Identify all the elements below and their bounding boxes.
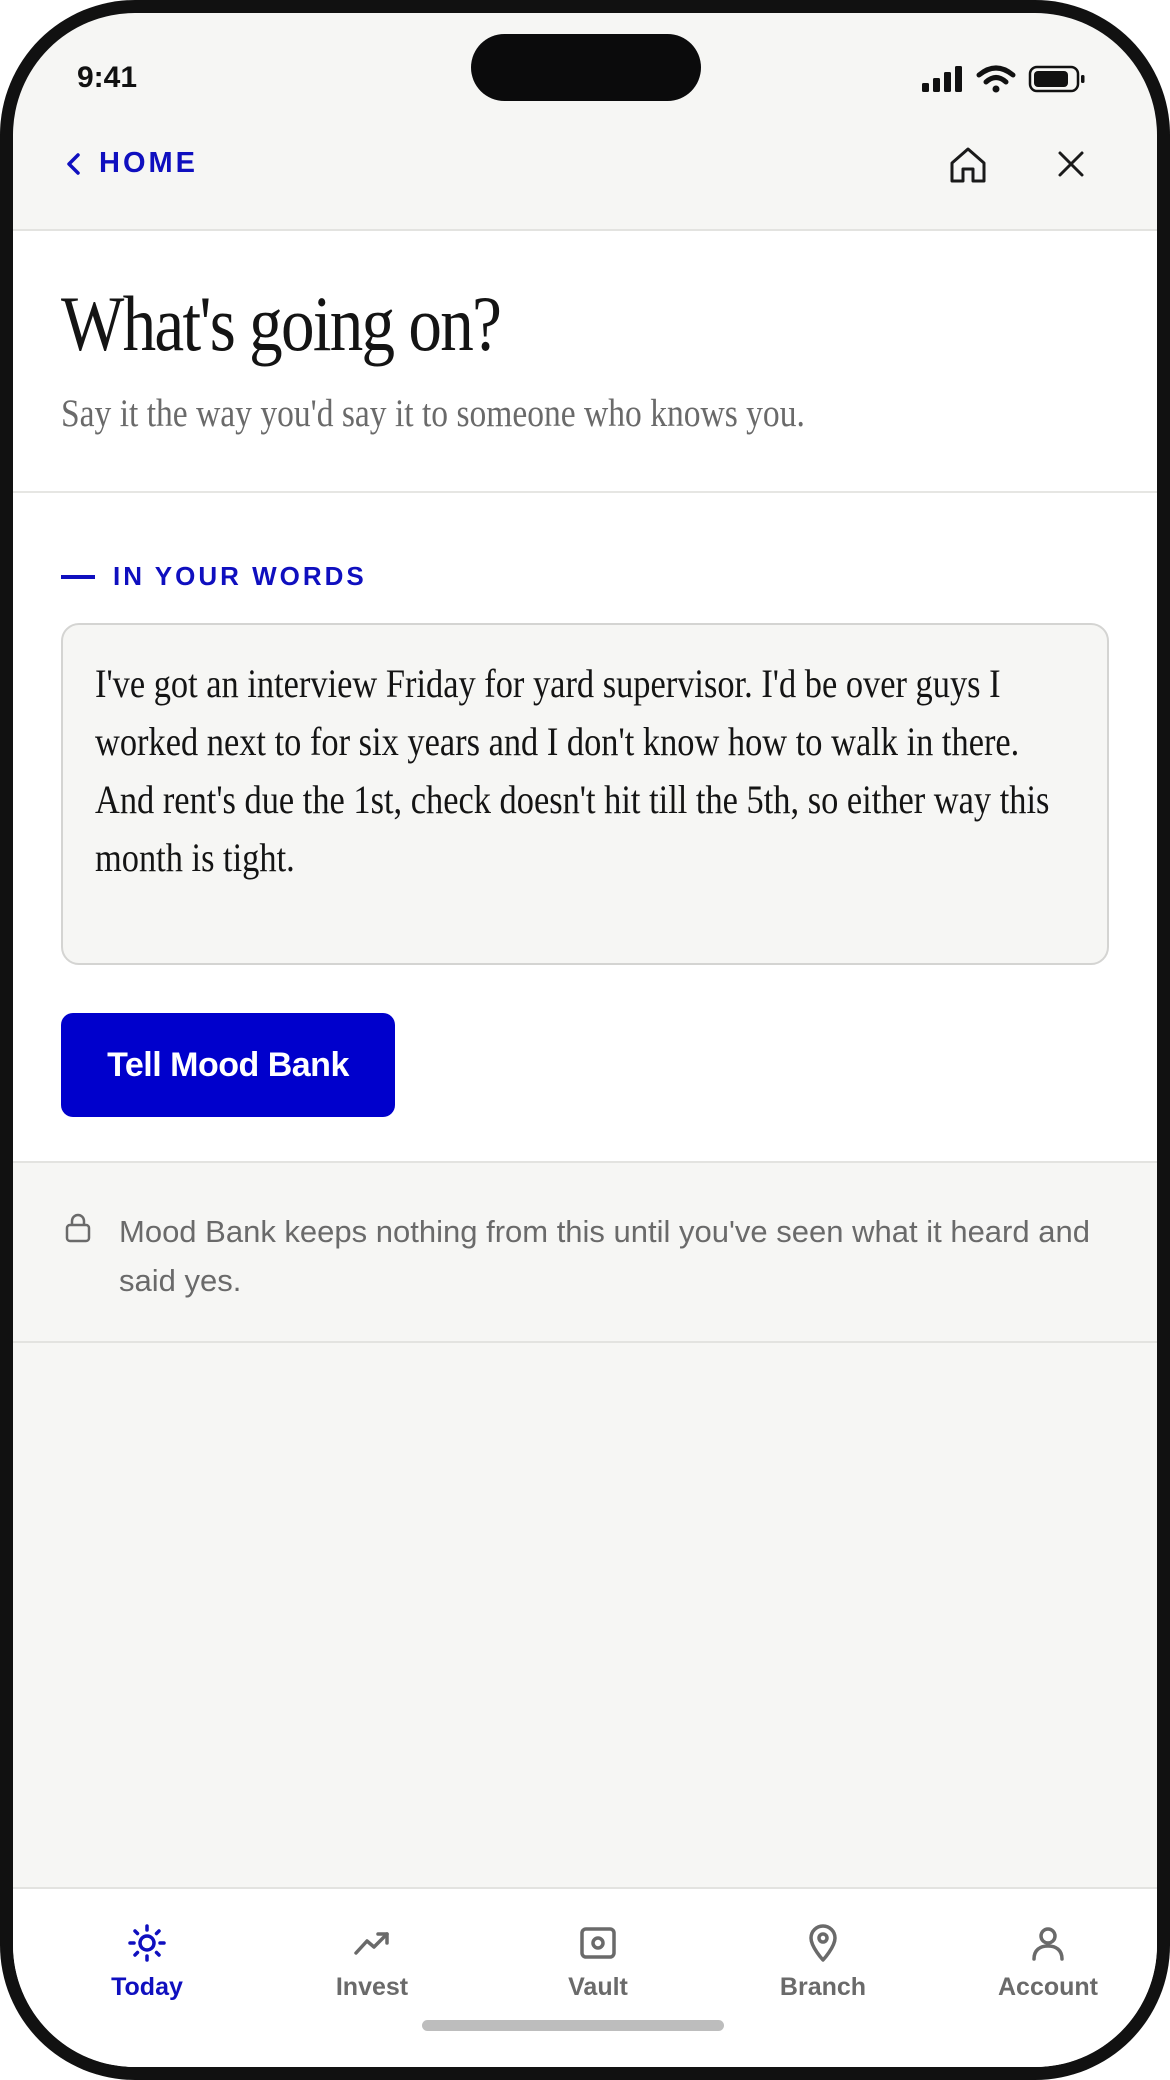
tab-bar: Today Invest Vault Branch Account [13,1887,1157,2067]
tab-label: Today [111,1973,183,2001]
tab-invest[interactable]: Invest [272,1923,472,2002]
wifi-icon [976,65,1016,93]
chevron-left-icon [67,152,80,175]
section-label: IN YOUR WORDS [61,561,367,592]
close-icon [1058,151,1084,177]
lock-icon [65,1213,91,1243]
dynamic-island [471,34,701,101]
home-button[interactable] [948,145,988,190]
tell-mood-bank-button[interactable]: Tell Mood Bank [61,1013,395,1117]
phone-frame: 9:41 HOME What's going on? Say it the wa… [0,0,1170,2080]
vault-icon [580,1927,616,1959]
tab-label: Invest [335,1973,409,2001]
pin-icon [809,1924,837,1962]
battery-icon [1028,65,1085,93]
screen: 9:41 HOME What's going on? Say it the wa… [13,13,1157,2067]
tab-branch[interactable]: Branch [723,1923,923,2002]
status-icons [922,65,1086,93]
home-indicator [422,2020,724,2031]
tab-label: Branch [779,1973,867,2001]
tab-vault[interactable]: Vault [498,1923,698,2002]
section-label-text: IN YOUR WORDS [113,561,367,591]
trend-icon [354,1932,389,1955]
message-text: I've got an interview Friday for yard su… [95,661,1050,880]
divider [13,1341,1157,1343]
page-subtitle: Say it the way you'd say it to someone w… [61,392,805,435]
tab-label: Vault [568,1973,628,2001]
tab-label: Account [998,1973,1098,2001]
person-icon [1032,1927,1064,1961]
section-dash [61,574,95,579]
hero-section: What's going on? Say it the way you'd sa… [13,231,1157,491]
home-icon [950,147,986,183]
top-nav: HOME [13,113,1157,229]
back-label: HOME [99,147,198,179]
message-input[interactable]: I've got an interview Friday for yard su… [61,623,1109,965]
privacy-note: Mood Bank keeps nothing from this until … [13,1163,1157,1341]
tab-today[interactable]: Today [47,1923,247,2002]
tab-account[interactable]: Account [948,1923,1148,2002]
back-button[interactable]: HOME [65,147,198,180]
signal-icon [922,66,962,92]
sun-icon [128,1924,166,1962]
close-button[interactable] [1056,149,1086,184]
privacy-text: Mood Bank keeps nothing from this until … [119,1214,1090,1298]
page-title: What's going on? [61,280,502,367]
status-time: 9:41 [77,61,138,94]
compose-section: IN YOUR WORDS I've got an interview Frid… [13,493,1157,1161]
